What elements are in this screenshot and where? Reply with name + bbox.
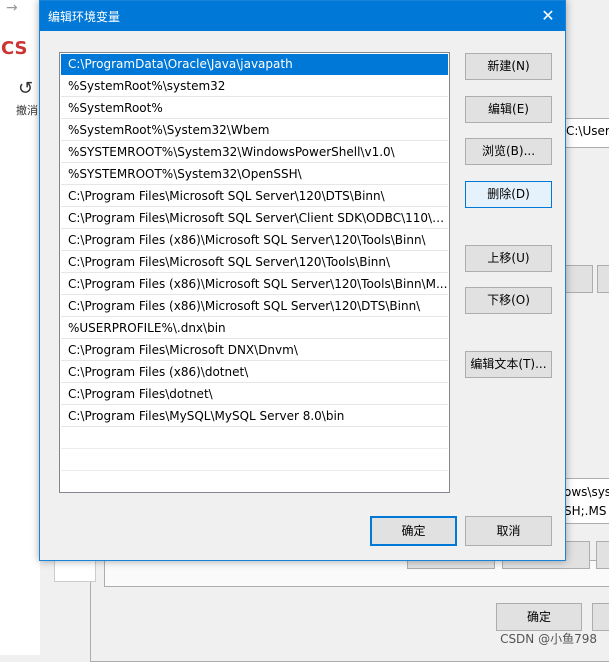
path-list-item[interactable]: %USERPROFILE%\.dnx\bin bbox=[61, 318, 448, 339]
undo-icon[interactable]: ↺ bbox=[18, 78, 33, 99]
background-button-2[interactable] bbox=[597, 265, 609, 293]
path-list-item[interactable]: C:\ProgramData\Oracle\Java\javapath bbox=[61, 54, 448, 75]
path-list-empty-row[interactable] bbox=[61, 428, 448, 449]
cancel-button[interactable]: 取消 bbox=[465, 516, 552, 546]
new-button[interactable]: 新建(N) bbox=[465, 53, 552, 80]
path-list-item[interactable]: C:\Program Files (x86)\Microsoft SQL Ser… bbox=[61, 296, 448, 317]
path-list-item[interactable]: C:\Program Files\Microsoft SQL Server\12… bbox=[61, 252, 448, 273]
path-list-item[interactable]: %SYSTEMROOT%\System32\WindowsPowerShell\… bbox=[61, 142, 448, 163]
path-list-item[interactable]: C:\Program Files\Microsoft SQL Server\Cl… bbox=[61, 208, 448, 229]
edit-button[interactable]: 编辑(E) bbox=[465, 96, 552, 123]
path-list-item[interactable]: C:\Program Files\Microsoft SQL Server\12… bbox=[61, 186, 448, 207]
background-path-fragment-2: ows\syst bbox=[564, 485, 609, 499]
path-list-item[interactable]: C:\Program Files\dotnet\ bbox=[61, 384, 448, 405]
background-path-fragment-1: C:\Users bbox=[566, 124, 609, 138]
background-left-strip bbox=[54, 560, 96, 582]
close-icon[interactable]: ✕ bbox=[531, 1, 565, 31]
background-inner-button-3[interactable] bbox=[596, 541, 609, 569]
move-up-button[interactable]: 上移(U) bbox=[465, 245, 552, 272]
path-list-item[interactable]: C:\Program Files\MySQL\MySQL Server 8.0\… bbox=[61, 406, 448, 427]
forward-arrow-icon: → bbox=[6, 0, 18, 16]
path-list-item[interactable]: %SystemRoot% bbox=[61, 98, 448, 119]
undo-label[interactable]: 撤消 bbox=[16, 102, 38, 118]
path-list-item[interactable]: C:\Program Files (x86)\Microsoft SQL Ser… bbox=[61, 274, 448, 295]
background-ok-button[interactable]: 确定 bbox=[496, 603, 582, 631]
path-list-empty-row[interactable] bbox=[61, 472, 448, 492]
dialog-titlebar[interactable]: 编辑环境变量 ✕ bbox=[40, 1, 565, 31]
edit-environment-variable-dialog: 编辑环境变量 ✕ C:\ProgramData\Oracle\Java\java… bbox=[39, 0, 566, 561]
ok-button[interactable]: 确定 bbox=[370, 516, 457, 546]
background-right-button[interactable] bbox=[592, 603, 609, 631]
csdn-watermark: CSDN @小鱼798 bbox=[500, 632, 597, 646]
path-list-empty-row[interactable] bbox=[61, 450, 448, 471]
delete-button[interactable]: 删除(D) bbox=[465, 181, 552, 208]
dialog-title: 编辑环境变量 bbox=[48, 10, 121, 24]
browse-button[interactable]: 浏览(B)... bbox=[465, 138, 552, 165]
path-list-item[interactable]: %SystemRoot%\system32 bbox=[61, 76, 448, 97]
background-path-fragment-3: SH;.MS bbox=[564, 504, 607, 518]
path-list-item[interactable]: C:\Program Files (x86)\Microsoft SQL Ser… bbox=[61, 230, 448, 251]
path-list-item[interactable]: C:\Program Files (x86)\dotnet\ bbox=[61, 362, 448, 383]
edit-text-button[interactable]: 编辑文本(T)... bbox=[465, 351, 552, 378]
path-list-item[interactable]: C:\Program Files\Microsoft DNX\Dnvm\ bbox=[61, 340, 448, 361]
path-list-item[interactable]: %SystemRoot%\System32\Wbem bbox=[61, 120, 448, 141]
move-down-button[interactable]: 下移(O) bbox=[465, 287, 552, 314]
path-list-item[interactable]: %SYSTEMROOT%\System32\OpenSSH\ bbox=[61, 164, 448, 185]
path-list[interactable]: C:\ProgramData\Oracle\Java\javapath %Syst… bbox=[59, 52, 450, 493]
cs-logo: CS bbox=[1, 38, 28, 59]
